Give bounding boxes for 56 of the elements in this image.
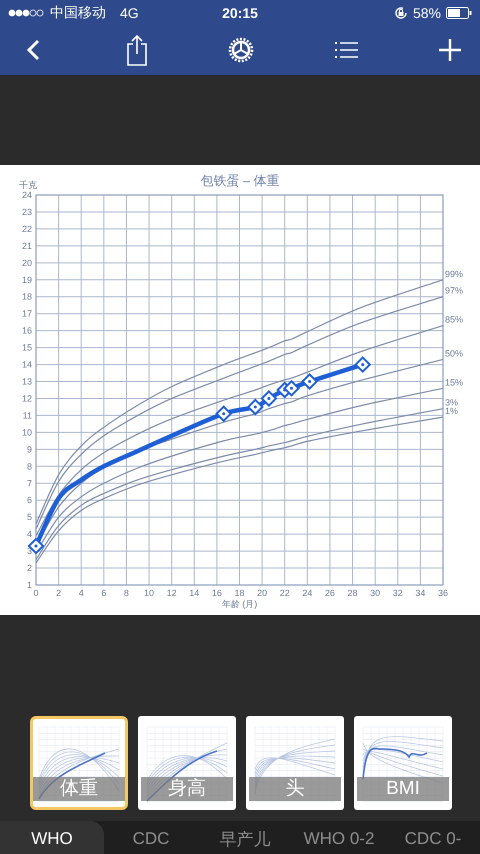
percentile-label: 15% [445,377,464,388]
x-tick-label: 34 [415,588,426,598]
y-tick-label: 16 [22,326,32,336]
y-tick-label: 21 [22,240,32,251]
carrier-name: 中国移动 [50,4,106,22]
y-tick-label: 2 [26,563,32,574]
x-axis-label: 年龄 (月) [222,599,258,609]
y-tick-label: 13 [22,376,32,387]
x-tick-label: 26 [324,588,335,598]
x-tick-label: 6 [101,588,106,598]
x-tick-label: 14 [189,588,200,598]
x-tick-label: 4 [78,588,84,598]
x-tick-label: 12 [166,588,177,598]
chart-title: 包铁蛋 – 体重 [200,173,280,188]
x-tick-label: 30 [370,588,380,598]
y-tick-label: 7 [26,478,32,488]
network-type: 4G [120,4,139,20]
y-tick-label: 6 [26,495,32,506]
x-tick-label: 10 [144,588,154,598]
y-tick-label: 10 [22,427,32,438]
percentile-label: 1% [445,406,458,416]
percentile-label: 3% [445,398,458,408]
x-tick-label: 28 [348,588,358,598]
y-tick-label: 12 [22,393,32,404]
x-tick-label: 36 [438,588,448,598]
x-tick-label: 8 [124,588,129,598]
x-tick-label: 2 [56,588,62,598]
x-tick-label: 18 [234,588,244,598]
y-tick-label: 8 [26,461,32,472]
y-tick-label: 5 [26,512,32,522]
y-tick-label: 19 [22,274,32,285]
x-tick-label: 24 [302,588,312,598]
y-tick-label: 20 [22,258,32,268]
x-tick-label: 20 [257,588,268,598]
status-time: 20:15 [222,4,258,20]
x-tick-label: 16 [212,588,222,598]
percentile-label: 50% [445,348,464,358]
y-tick-label: 9 [26,444,32,454]
x-tick-label: 32 [392,588,403,598]
y-tick-label: 11 [22,410,32,420]
x-tick-label: 0 [34,588,38,598]
y-axis-label: 千克 [19,180,37,190]
y-tick-label: 23 [22,206,32,217]
y-tick-label: 14 [22,360,32,370]
percentile-label: 85% [445,314,464,325]
y-tick-label: 4 [26,529,32,540]
percentile-label: 97% [445,286,464,296]
y-tick-label: 1 [26,580,32,590]
y-tick-label: 15 [22,342,32,353]
y-tick-label: 17 [22,308,32,319]
y-tick-label: 24 [22,190,32,200]
y-tick-label: 18 [22,292,32,302]
battery-percent: 58% [412,4,441,20]
y-tick-label: 22 [22,224,32,234]
percentile-label: 99% [445,268,464,279]
x-tick-label: 22 [280,588,290,598]
